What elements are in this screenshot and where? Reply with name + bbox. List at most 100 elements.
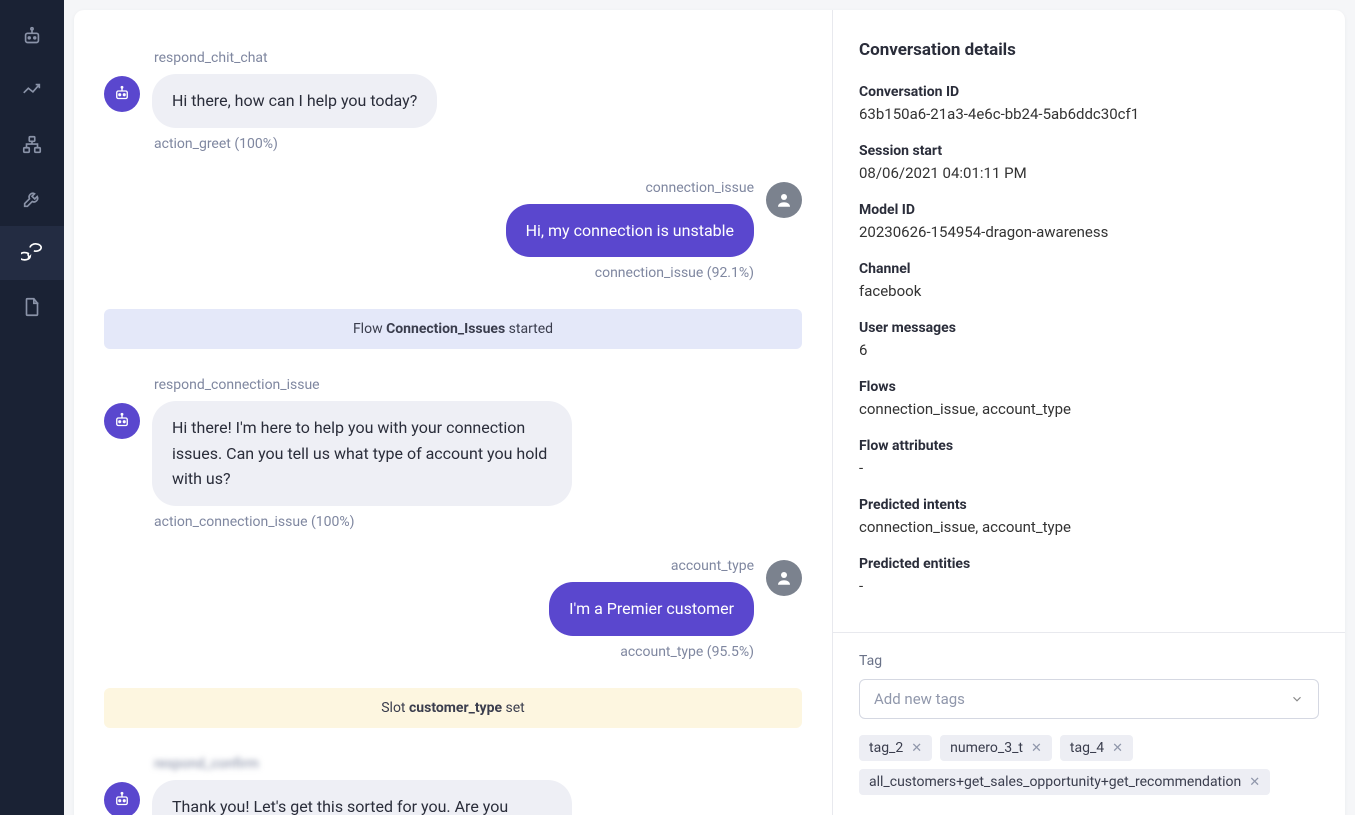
field-label: Flows [859, 379, 1319, 395]
intent-confidence-label: account_type (95.5%) [618, 644, 754, 660]
field-value: 08/06/2021 04:01:11 PM [859, 164, 1319, 182]
chevron-down-icon [1290, 692, 1304, 706]
app-root: respond_chit_chat Hi there, how can I he… [0, 0, 1355, 815]
field-predicted-entities: Predicted entities - [859, 556, 1319, 595]
banner-prefix: Flow [353, 321, 386, 337]
field-value: 20230626-154954-dragon-awareness [859, 223, 1319, 241]
bot-row: Hi there, how can I help you today? acti… [104, 74, 802, 152]
chat-icon [21, 242, 43, 264]
field-value: connection_issue, account_type [859, 518, 1319, 536]
bot-row: Hi there! I'm here to help you with your… [104, 401, 802, 530]
field-model-id: Model ID 20230626-154954-dragon-awarenes… [859, 202, 1319, 241]
bot-avatar [104, 782, 140, 815]
tags-label: Tag [859, 653, 1319, 669]
tags-section: Tag Add new tags tag_2 ✕ numero_3_t ✕ tag_… [833, 632, 1345, 815]
user-avatar [766, 560, 802, 596]
field-flow-attributes: Flow attributes - [859, 438, 1319, 477]
tag-remove-icon[interactable]: ✕ [911, 742, 922, 755]
field-predicted-intents: Predicted intents connection_issue, acco… [859, 497, 1319, 536]
field-label: Channel [859, 261, 1319, 277]
field-value: facebook [859, 282, 1319, 300]
banner-slot-name: customer_type [409, 700, 502, 716]
bot-bubble: Hi there! I'm here to help you with your… [152, 401, 572, 506]
main-container: respond_chit_chat Hi there, how can I he… [74, 10, 1345, 815]
tag-remove-icon[interactable]: ✕ [1249, 776, 1260, 789]
field-label: Predicted entities [859, 556, 1319, 572]
tag-chip: tag_4 ✕ [1060, 735, 1133, 761]
field-value: 63b150a6-21a3-4e6c-bb24-5ab6ddc30cf1 [859, 105, 1319, 123]
user-bubble: Hi, my connection is unstable [506, 204, 754, 258]
wrench-icon [21, 188, 43, 210]
field-label: Flow attributes [859, 438, 1319, 454]
tag-input[interactable]: Add new tags [859, 679, 1319, 719]
field-value: connection_issue, account_type [859, 400, 1319, 418]
banner-prefix: Slot [381, 700, 409, 716]
bot-avatar [104, 403, 140, 439]
chart-icon [21, 80, 43, 102]
intent-label: connection_issue [643, 180, 754, 196]
user-message-group: connection_issue Hi, my connection is un… [104, 180, 802, 282]
banner-suffix: set [502, 700, 525, 716]
sidebar-item-flows[interactable] [0, 118, 64, 172]
details-title: Conversation details [859, 40, 1319, 60]
field-label: Conversation ID [859, 84, 1319, 100]
bot-bubble: Thank you! Let's get this sorted for you… [152, 780, 572, 815]
field-label: Session start [859, 143, 1319, 159]
sidebar [0, 0, 64, 815]
intent-label: respond_connection_issue [152, 377, 802, 393]
field-conversation-id: Conversation ID 63b150a6-21a3-4e6c-bb24-… [859, 84, 1319, 123]
intent-label: respond_chit_chat [152, 50, 802, 66]
tags-row: tag_2 ✕ numero_3_t ✕ tag_4 ✕ all_customers+… [859, 735, 1319, 795]
intent-confidence-label: connection_issue (92.1%) [593, 265, 754, 281]
bot-message-group: respond_confirm Thank you! Let's get thi… [104, 756, 802, 815]
tag-text: numero_3_t [950, 740, 1023, 756]
bot-avatar [104, 76, 140, 112]
bot-message-group: respond_chit_chat Hi there, how can I he… [104, 50, 802, 152]
tag-chip: numero_3_t ✕ [940, 735, 1052, 761]
user-icon [775, 569, 793, 587]
action-label: action_connection_issue (100%) [152, 514, 572, 530]
chat-panel[interactable]: respond_chit_chat Hi there, how can I he… [74, 10, 833, 815]
field-label: User messages [859, 320, 1319, 336]
field-session-start: Session start 08/06/2021 04:01:11 PM [859, 143, 1319, 182]
action-label: action_greet (100%) [152, 136, 437, 152]
bot-bubble: Hi there, how can I help you today? [152, 74, 437, 128]
tag-text: tag_2 [869, 740, 903, 756]
details-body[interactable]: Conversation details Conversation ID 63b… [833, 10, 1345, 632]
bot-row: Thank you! Let's get this sorted for you… [104, 780, 802, 815]
user-avatar [766, 182, 802, 218]
sidebar-item-conversations[interactable] [0, 226, 64, 280]
sidebar-item-analytics[interactable] [0, 64, 64, 118]
tag-chip: tag_2 ✕ [859, 735, 932, 761]
banner-flow-name: Connection_Issues [386, 321, 505, 337]
flow-started-banner: Flow Connection_Issues started [104, 309, 802, 349]
tag-remove-icon[interactable]: ✕ [1031, 742, 1042, 755]
bot-message-group: respond_connection_issue Hi there! I'm h… [104, 377, 802, 530]
sidebar-item-bot[interactable] [0, 10, 64, 64]
field-label: Model ID [859, 202, 1319, 218]
bot-icon [113, 85, 131, 103]
tag-input-placeholder: Add new tags [874, 690, 965, 708]
tag-text: all_customers+get_sales_opportunity+get_… [869, 774, 1241, 790]
tag-text: tag_4 [1070, 740, 1104, 756]
banner-suffix: started [505, 321, 553, 337]
user-row: connection_issue Hi, my connection is un… [104, 180, 802, 282]
bot-icon [113, 412, 131, 430]
field-flows: Flows connection_issue, account_type [859, 379, 1319, 418]
field-value: 6 [859, 341, 1319, 359]
field-value: - [859, 577, 1319, 595]
sidebar-item-settings[interactable] [0, 172, 64, 226]
tag-remove-icon[interactable]: ✕ [1112, 742, 1123, 755]
intent-label: account_type [669, 558, 754, 574]
document-icon [21, 296, 43, 318]
user-bubble: I'm a Premier customer [549, 582, 754, 636]
field-channel: Channel facebook [859, 261, 1319, 300]
sidebar-item-documents[interactable] [0, 280, 64, 334]
bot-icon [21, 26, 43, 48]
user-icon [775, 191, 793, 209]
details-panel: Conversation details Conversation ID 63b… [833, 10, 1345, 815]
hierarchy-icon [21, 134, 43, 156]
field-value: - [859, 459, 1319, 477]
field-user-messages: User messages 6 [859, 320, 1319, 359]
slot-set-banner: Slot customer_type set [104, 688, 802, 728]
